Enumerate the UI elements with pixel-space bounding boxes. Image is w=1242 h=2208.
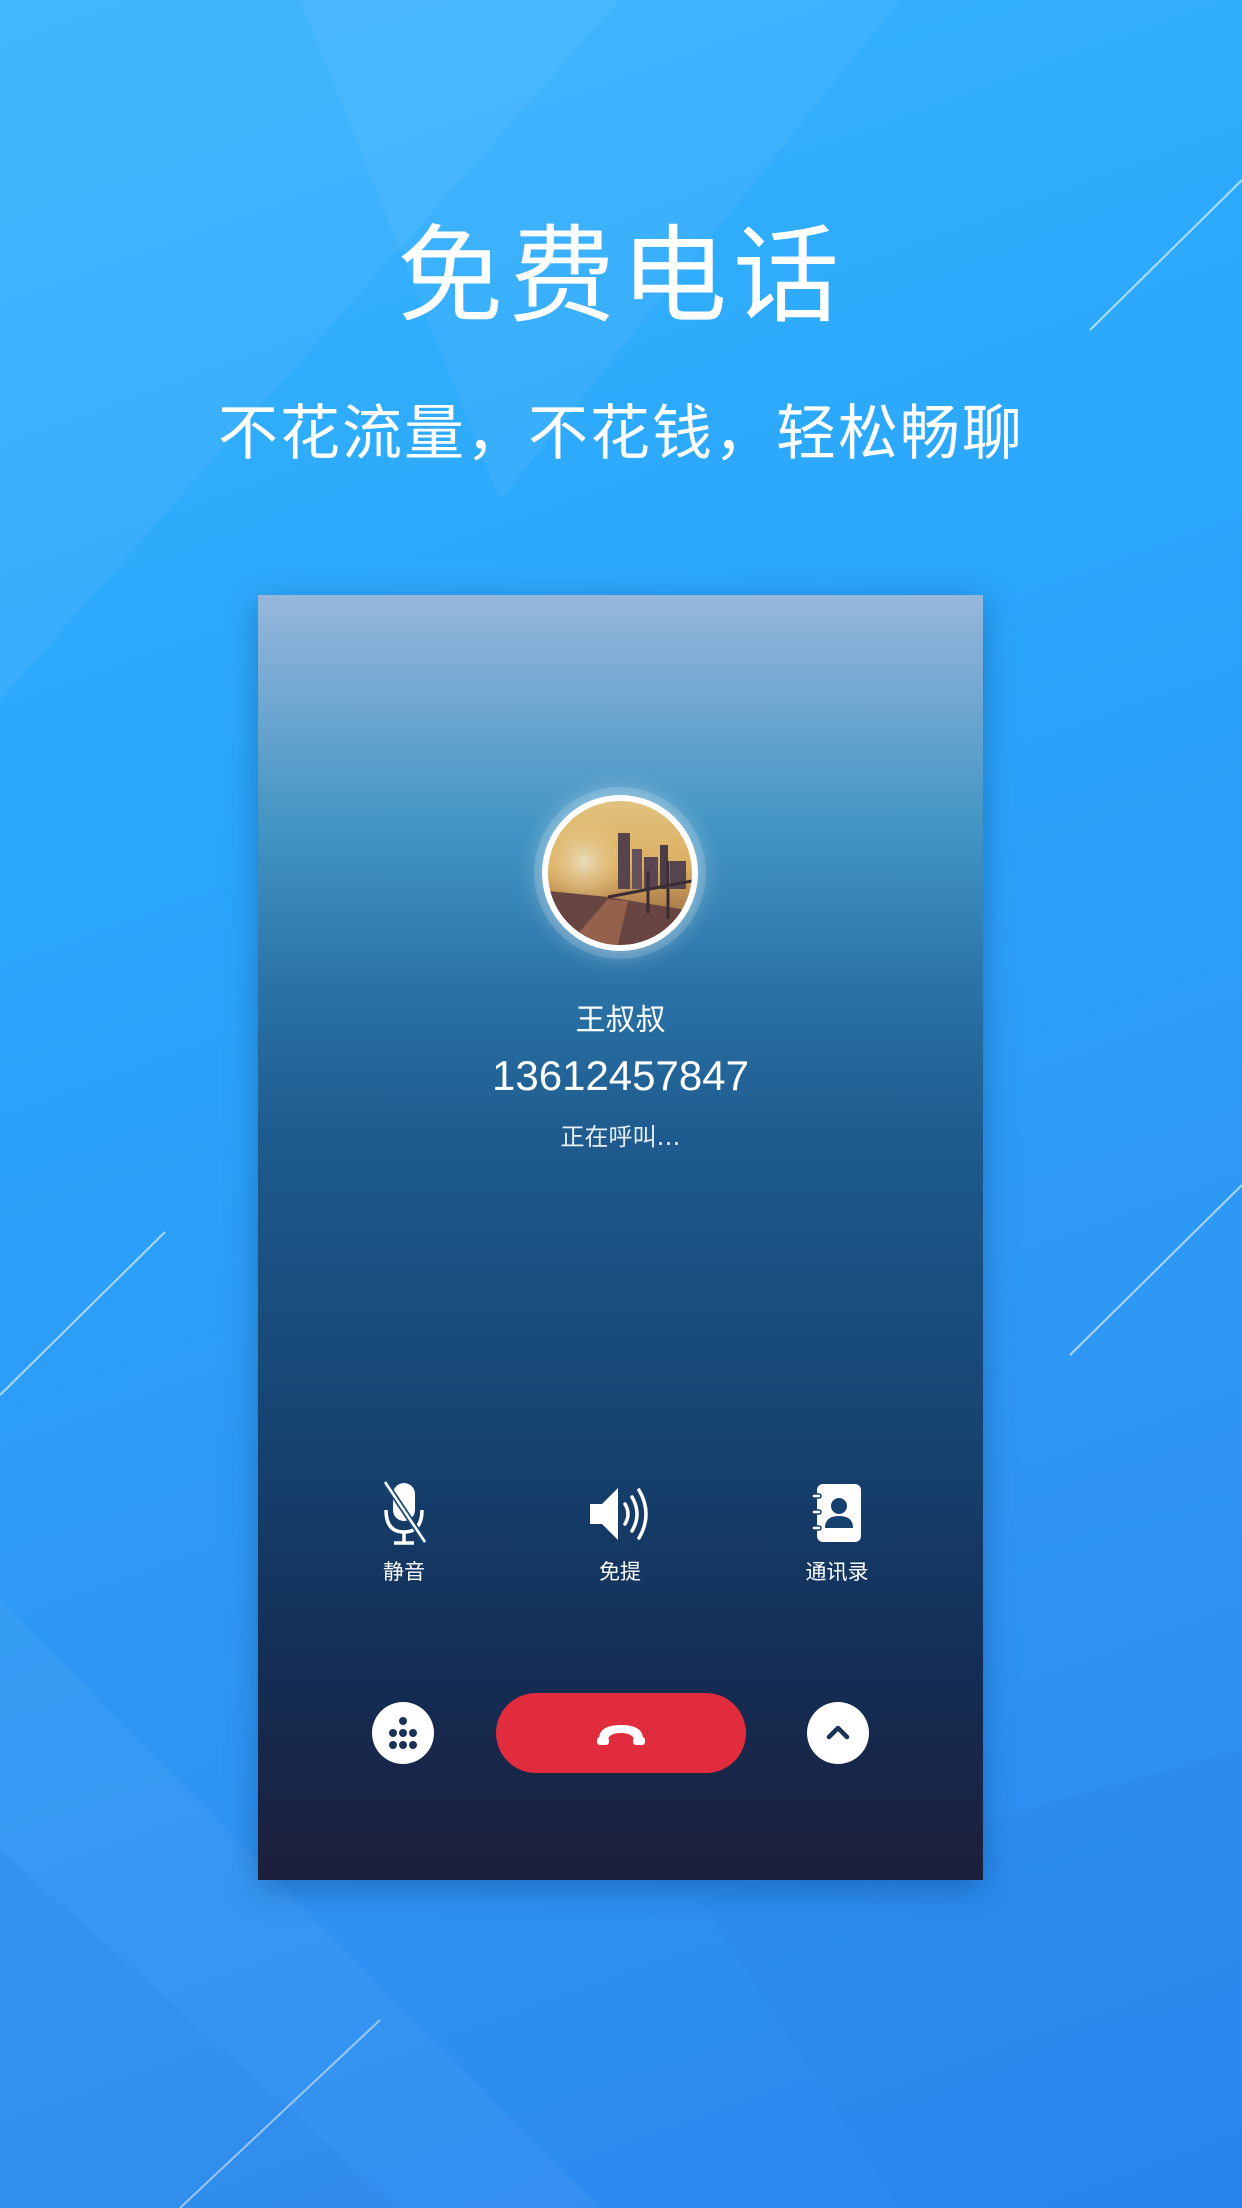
- chevron-up-icon: [826, 1725, 850, 1740]
- promo-subtitle: 不花流量，不花钱，轻松畅聊: [218, 399, 1024, 469]
- contacts-button[interactable]: 通讯录: [757, 1480, 917, 1586]
- speaker-label: 免提: [599, 1560, 641, 1584]
- avatar: [542, 795, 698, 951]
- contacts-label: 通讯录: [805, 1560, 869, 1584]
- mute-button[interactable]: 静音: [324, 1480, 484, 1586]
- phone-call-screen: 王叔叔 13612457847 正在呼叫… 静音 免提 通讯录: [258, 595, 983, 1880]
- keypad-button[interactable]: [372, 1702, 434, 1764]
- microphone-off-icon: [382, 1480, 428, 1545]
- promo-title: 免费电话: [397, 215, 845, 338]
- collapse-button[interactable]: [807, 1702, 869, 1764]
- phone-hangup-icon: [597, 1725, 645, 1745]
- avatar-photo: [548, 801, 692, 945]
- hangup-button[interactable]: [496, 1693, 746, 1773]
- contacts-book-icon: [811, 1484, 861, 1542]
- speaker-button[interactable]: 免提: [540, 1480, 700, 1586]
- call-status: 正在呼叫…: [560, 1123, 681, 1151]
- contact-name: 王叔叔: [575, 1003, 666, 1038]
- mute-label: 静音: [383, 1560, 425, 1584]
- speaker-icon: [590, 1488, 648, 1540]
- dialpad-icon: [389, 1717, 417, 1749]
- contact-number: 13612457847: [492, 1052, 749, 1099]
